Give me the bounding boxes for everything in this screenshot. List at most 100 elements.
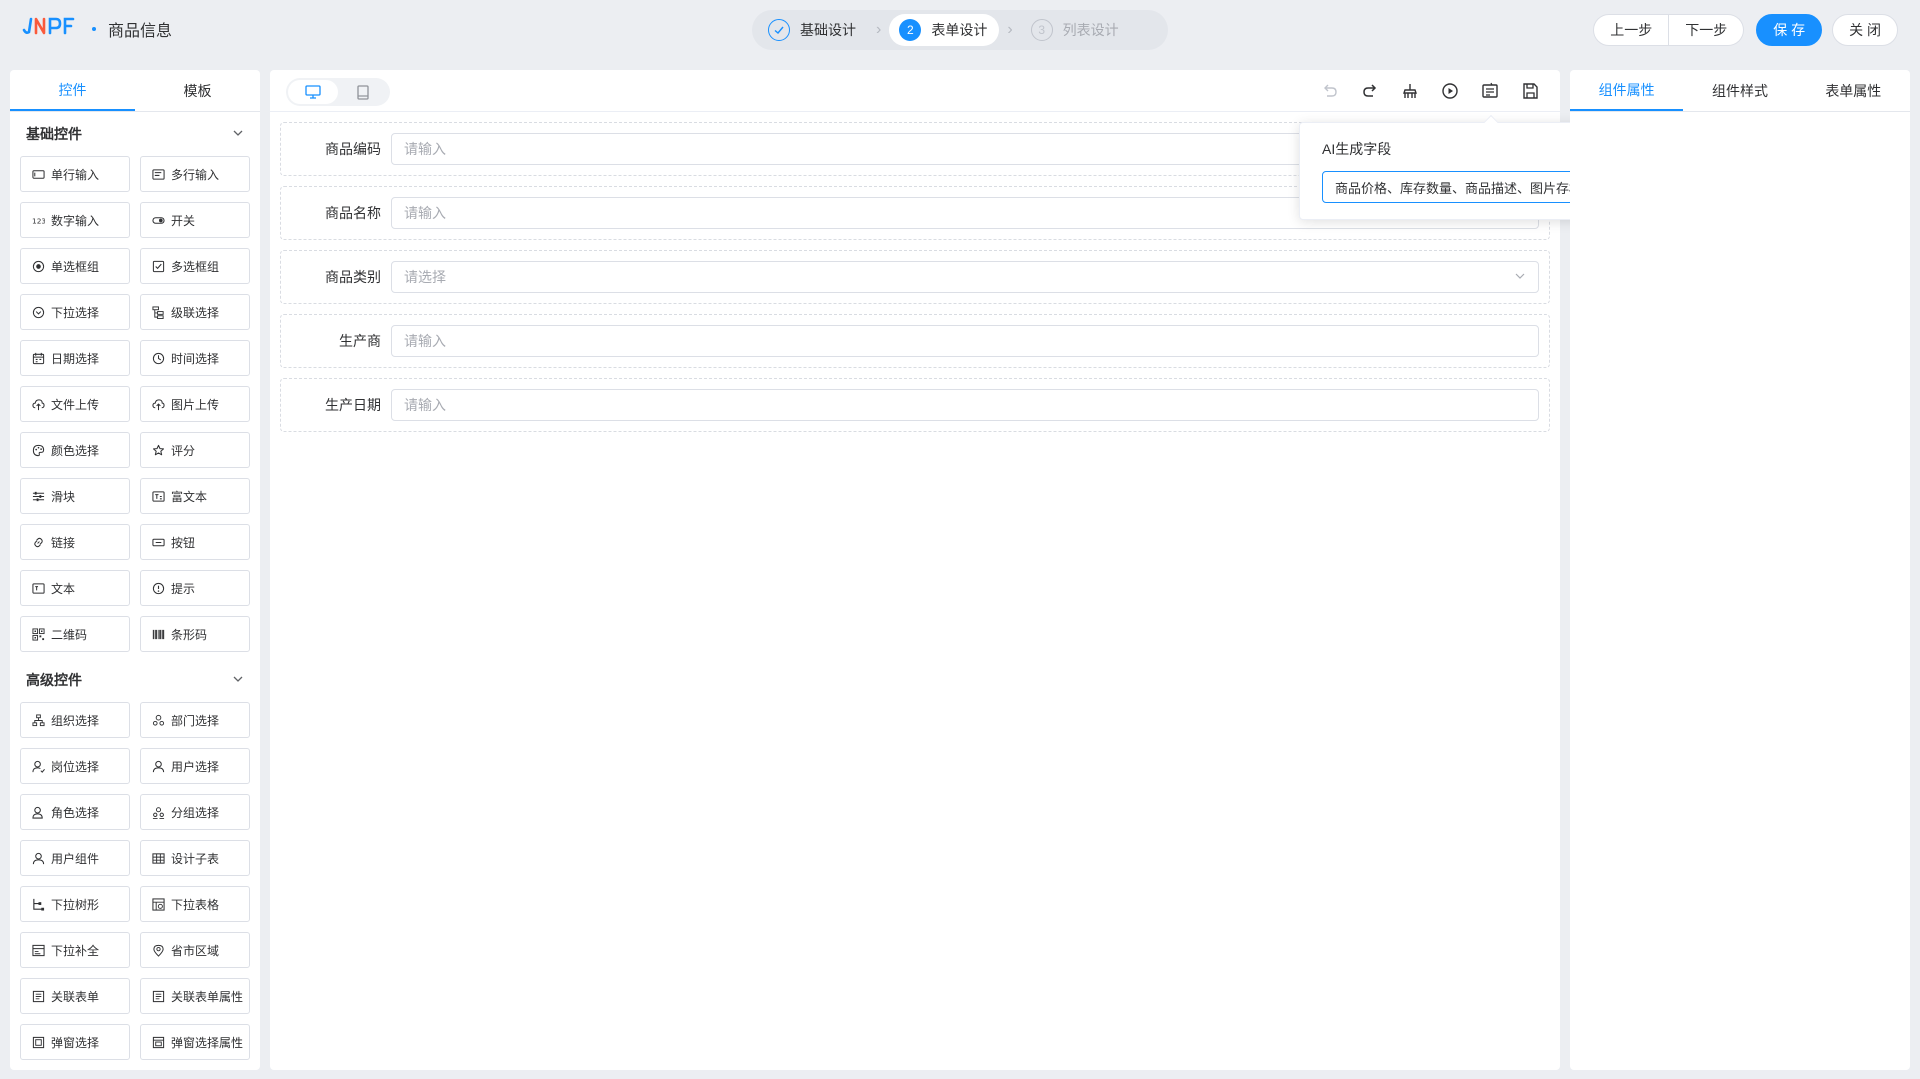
- logo: 商品信息: [22, 16, 172, 42]
- manufacturer-input[interactable]: 请输入: [391, 325, 1539, 357]
- page-title: 商品信息: [108, 23, 173, 40]
- check-icon: [768, 19, 790, 41]
- control-item[interactable]: 评分: [140, 432, 250, 468]
- control-item[interactable]: 按钮: [140, 524, 250, 560]
- tab-controls[interactable]: 控件: [10, 70, 135, 111]
- redo-button[interactable]: [1360, 81, 1380, 101]
- location-icon: [151, 943, 165, 957]
- control-item[interactable]: 下拉选择: [20, 294, 130, 330]
- control-item[interactable]: 部门选择: [140, 702, 250, 738]
- control-item[interactable]: 省市区域: [140, 932, 250, 968]
- group-title: 高级控件: [26, 672, 82, 688]
- step-form-design[interactable]: 2 表单设计: [889, 14, 1000, 46]
- tab-templates[interactable]: 模板: [135, 70, 260, 111]
- text-icon: [31, 581, 45, 595]
- control-item[interactable]: 分组选择: [140, 794, 250, 830]
- advanced-controls-grid: 组织选择 部门选择岗位选择 用户选择 角色选择 分组选择用户组件 设计子表下拉树形 下拉表格…: [10, 702, 260, 1060]
- department-icon: [151, 713, 165, 727]
- control-item[interactable]: 关联表单: [20, 978, 130, 1014]
- control-item[interactable]: 单行输入: [20, 156, 130, 192]
- control-label: 下拉选择: [51, 305, 100, 320]
- control-item[interactable]: 日期选择: [20, 340, 130, 376]
- control-item[interactable]: 组织选择: [20, 702, 130, 738]
- control-label: 关联表单: [51, 989, 100, 1004]
- close-button[interactable]: 关 闭: [1832, 14, 1898, 46]
- relation-attr-icon: [151, 989, 165, 1003]
- production-date-input[interactable]: 请输入: [391, 389, 1539, 421]
- control-item[interactable]: 开关: [140, 202, 250, 238]
- tree-icon: [31, 897, 45, 911]
- save-json-button[interactable]: [1520, 81, 1540, 101]
- control-item[interactable]: 颜色选择: [20, 432, 130, 468]
- multi-line-input-icon: [151, 167, 165, 181]
- clear-button[interactable]: [1400, 81, 1420, 101]
- tab-component-attributes[interactable]: 组件属性: [1570, 70, 1684, 111]
- control-item[interactable]: 链接: [20, 524, 130, 560]
- control-item[interactable]: 文本: [20, 570, 130, 606]
- control-item[interactable]: 角色选择: [20, 794, 130, 830]
- control-item[interactable]: 岗位选择: [20, 748, 130, 784]
- save-button[interactable]: 保 存: [1756, 14, 1823, 46]
- control-label: 弹窗选择属性: [171, 1035, 244, 1050]
- control-item[interactable]: 条形码: [140, 616, 250, 652]
- preview-button[interactable]: [1440, 81, 1460, 101]
- step-label: 表单设计: [931, 22, 988, 38]
- control-label: 部门选择: [171, 713, 220, 728]
- form-item-product-category[interactable]: 商品类别 请选择: [280, 250, 1550, 304]
- step-basic-design[interactable]: 基础设计: [758, 14, 868, 46]
- control-label: 下拉树形: [51, 897, 100, 912]
- form-item-manufacturer[interactable]: 生产商 请输入: [280, 314, 1550, 368]
- desktop-view-button[interactable]: [288, 80, 338, 104]
- control-item[interactable]: 时间选择: [140, 340, 250, 376]
- control-item[interactable]: 文件上传: [20, 386, 130, 422]
- ai-generate-button[interactable]: [1480, 81, 1500, 101]
- broom-icon: [1403, 84, 1417, 98]
- advanced-controls-header[interactable]: 高级控件: [10, 658, 260, 702]
- svg-text:123: 123: [32, 216, 45, 225]
- control-item[interactable]: 富文本: [140, 478, 250, 514]
- control-item[interactable]: 单选框组: [20, 248, 130, 284]
- next-step-button[interactable]: 下一步: [1669, 14, 1745, 46]
- control-item[interactable]: 滑块: [20, 478, 130, 514]
- alert-icon: [151, 581, 165, 595]
- form-item-production-date[interactable]: 生产日期 请输入: [280, 378, 1550, 432]
- control-label: 评分: [171, 443, 196, 458]
- basic-controls-header[interactable]: 基础控件: [10, 112, 260, 156]
- chevron-right-icon: ›: [876, 21, 882, 38]
- undo-button[interactable]: [1320, 81, 1340, 101]
- control-label: 关联表单属性: [171, 989, 244, 1004]
- control-item[interactable]: 多行输入: [140, 156, 250, 192]
- slider-icon: [31, 489, 45, 503]
- switch-icon: [151, 213, 165, 227]
- form-canvas: 商品编码 请输入 商品名称 请输入 商品类别 请选择 生产商 请输入 生产日期 …: [270, 70, 1560, 1070]
- product-category-select[interactable]: 请选择: [391, 261, 1539, 293]
- control-label: 多选框组: [171, 259, 220, 274]
- control-item[interactable]: 设计子表: [140, 840, 250, 876]
- control-item[interactable]: 123 数字输入: [20, 202, 130, 238]
- control-item[interactable]: 多选框组: [140, 248, 250, 284]
- control-item[interactable]: 弹窗选择: [20, 1024, 130, 1060]
- step-list-design[interactable]: 3 列表设计: [1021, 14, 1131, 46]
- control-item[interactable]: 弹窗选择属性: [140, 1024, 250, 1060]
- tab-form-attributes[interactable]: 表单属性: [1797, 70, 1910, 111]
- control-item[interactable]: 图片上传: [140, 386, 250, 422]
- control-item[interactable]: 关联表单属性: [140, 978, 250, 1014]
- control-item[interactable]: 下拉表格: [140, 886, 250, 922]
- control-item[interactable]: 二维码: [20, 616, 130, 652]
- control-item[interactable]: 用户组件: [20, 840, 130, 876]
- control-item[interactable]: 级联选择: [140, 294, 250, 330]
- control-item[interactable]: 用户选择: [140, 748, 250, 784]
- control-item[interactable]: 提示: [140, 570, 250, 606]
- tablet-view-button[interactable]: [338, 80, 388, 104]
- tab-component-style[interactable]: 组件样式: [1683, 70, 1796, 111]
- control-item[interactable]: 下拉补全: [20, 932, 130, 968]
- prev-step-button[interactable]: 上一步: [1593, 14, 1670, 46]
- control-label: 弹窗选择: [51, 1035, 100, 1050]
- play-circle-icon: [1442, 83, 1458, 99]
- control-label: 用户组件: [51, 851, 100, 866]
- device-switch: [286, 78, 390, 106]
- control-item[interactable]: 下拉树形: [20, 886, 130, 922]
- table-icon: [151, 851, 165, 865]
- autocomplete-icon: [31, 943, 45, 957]
- header-actions: 上一步 下一步 保 存 关 闭: [1593, 14, 1898, 46]
